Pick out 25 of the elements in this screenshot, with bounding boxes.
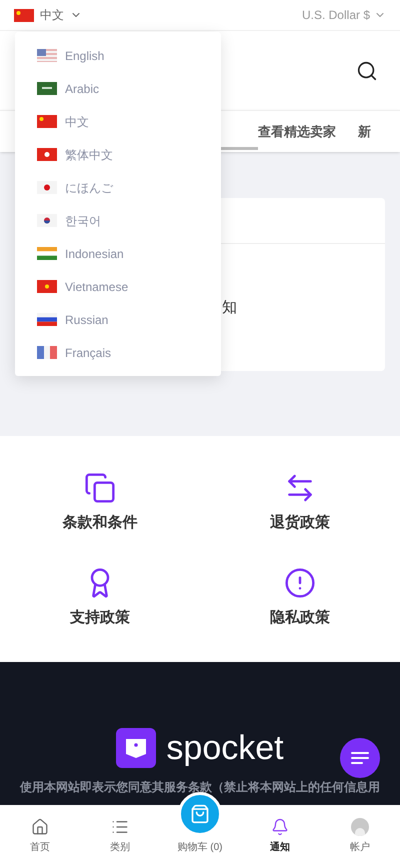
policy-link[interactable]: 隐私政策 [200, 551, 400, 646]
language-option[interactable]: 中文 [15, 105, 221, 138]
language-option[interactable]: Français [15, 336, 221, 369]
category-tab[interactable]: 新 [358, 122, 371, 142]
policy-link[interactable]: 条款和条件 [0, 456, 200, 551]
policy-link[interactable]: 支持政策 [0, 551, 200, 646]
language-option[interactable]: Russian [15, 303, 221, 336]
spocket-logo: spocket [116, 728, 284, 768]
policy-link[interactable]: 退货政策 [200, 456, 400, 551]
nav-item[interactable]: 购物车 (0) [160, 840, 240, 855]
language-option[interactable]: Arabic [15, 72, 221, 105]
language-selector[interactable]: 中文 [14, 6, 82, 24]
language-option[interactable]: 繁体中文 [15, 138, 221, 171]
language-option[interactable]: にほんご [15, 171, 221, 204]
language-option[interactable]: English [15, 39, 221, 72]
nav-item[interactable]: 类别 [80, 818, 160, 855]
nav-item[interactable]: 通知 [240, 818, 320, 855]
category-tab[interactable]: 查看精选卖家 [258, 122, 336, 142]
terms-notice: 使用本网站即表示您同意其服务条款（禁止将本网站上的任何信息用 [20, 779, 380, 796]
nav-item[interactable]: 帐户 [320, 818, 400, 855]
card-text: 知 [222, 299, 237, 316]
language-option[interactable]: Indonesian [15, 237, 221, 270]
language-option[interactable]: Vietnamese [15, 270, 221, 303]
nav-item[interactable]: 首页 [0, 818, 80, 855]
language-option[interactable]: 한국어 [15, 204, 221, 237]
